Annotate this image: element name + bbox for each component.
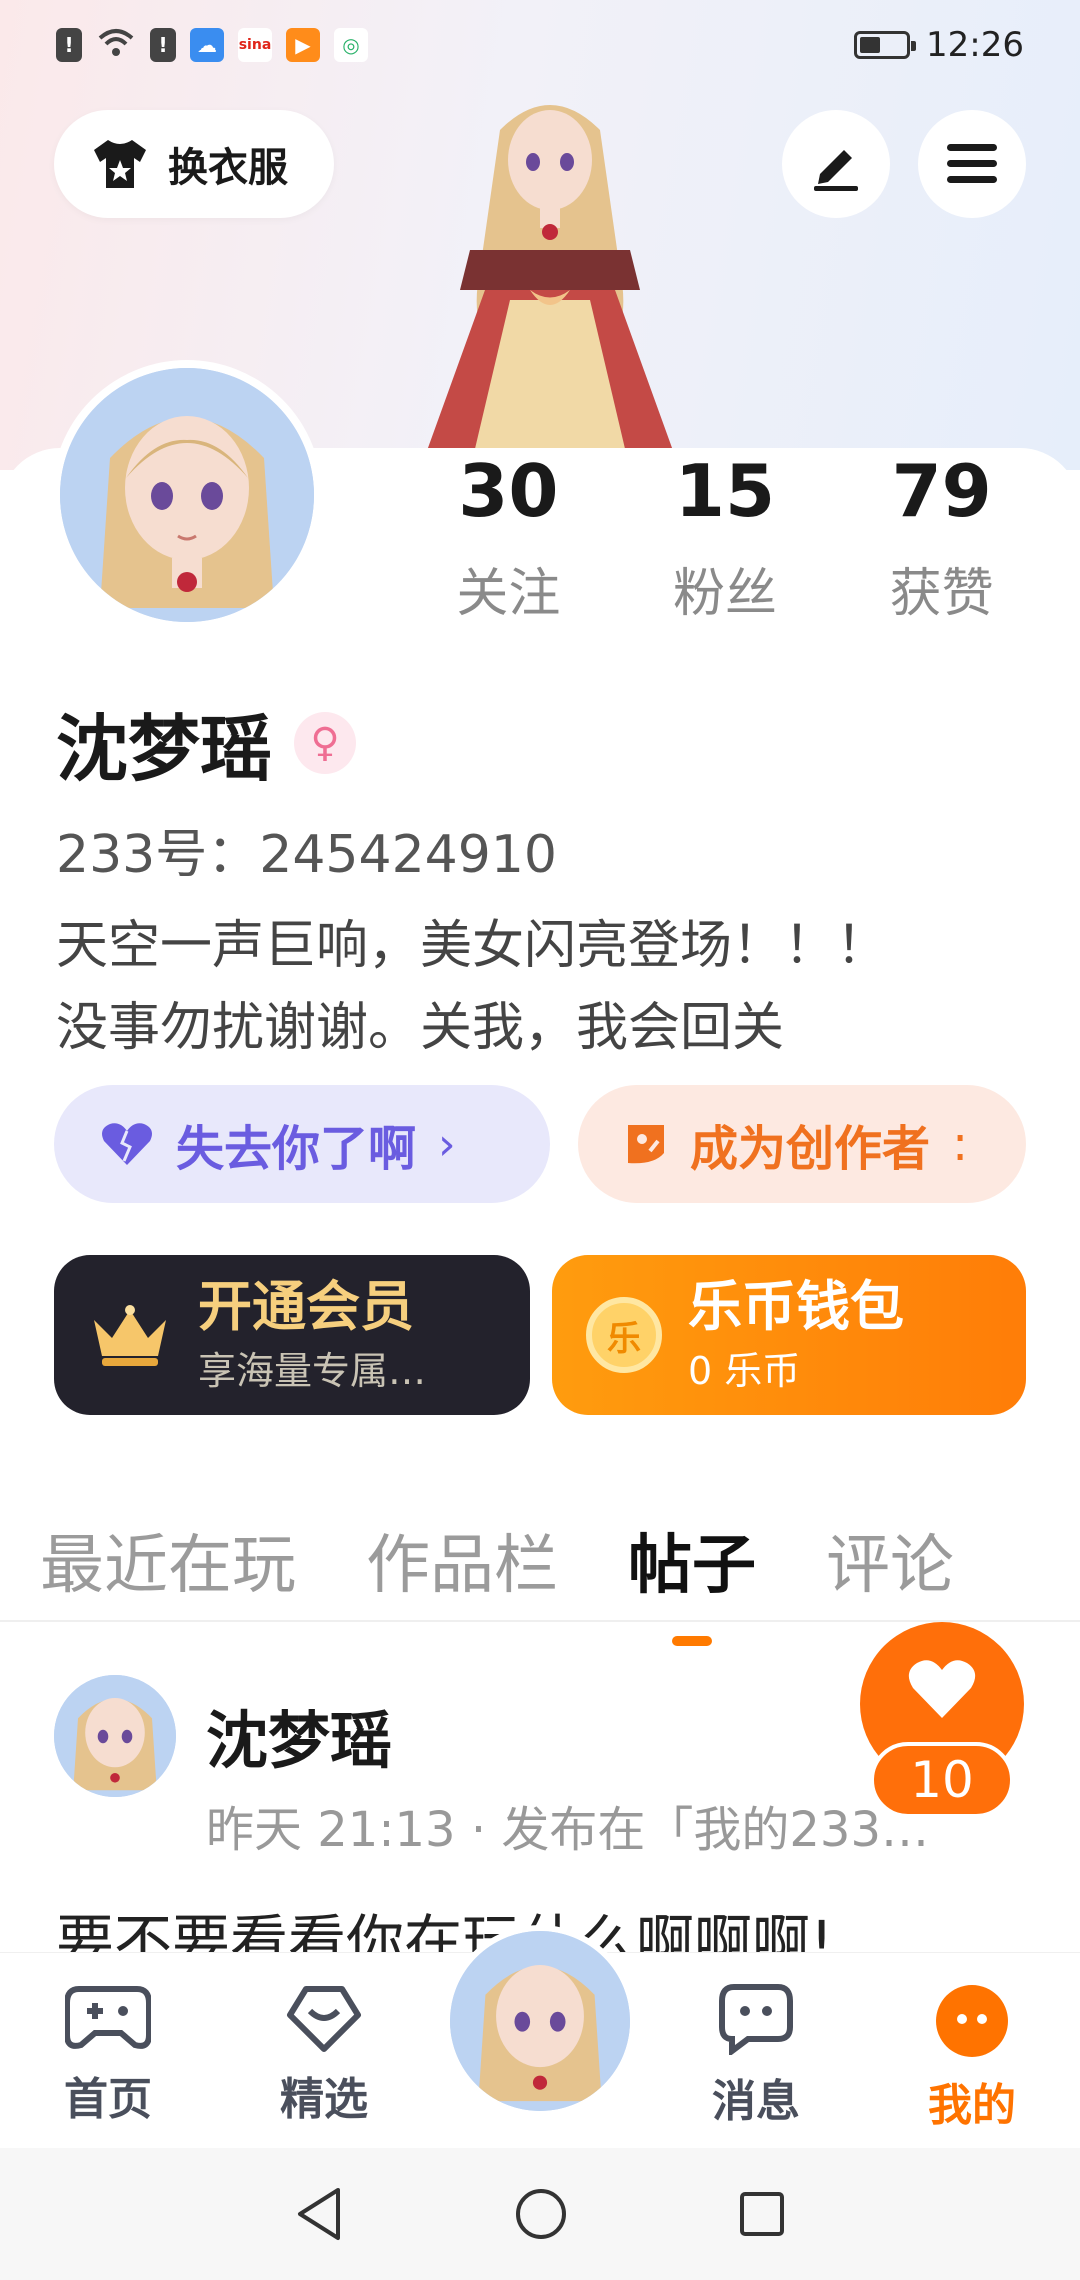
- tab-works[interactable]: 作品栏: [366, 1514, 558, 1606]
- video-app-icon: ▶: [286, 28, 320, 62]
- change-outfit-label: 换衣服: [168, 145, 288, 191]
- wallet-balance: 0 乐币: [688, 1349, 801, 1393]
- vip-text: 开通会员 享海量专属…: [198, 1275, 427, 1393]
- vip-title: 开通会员: [198, 1275, 414, 1338]
- creator-icon: [628, 1125, 664, 1164]
- stat-likes[interactable]: 79 获赞: [833, 455, 1050, 626]
- profile-avatar[interactable]: [52, 360, 322, 630]
- name-row: 沈梦瑶 ♀: [56, 690, 357, 795]
- mood-tag-label: 失去你了啊: [176, 1121, 417, 1177]
- tab-recently-played[interactable]: 最近在玩: [40, 1514, 296, 1606]
- pen-icon: [814, 150, 858, 191]
- like-count-badge: 10: [870, 1742, 1014, 1818]
- shirt-icon: [94, 140, 146, 188]
- menu-icon: [947, 144, 997, 183]
- post-author-avatar[interactable]: [54, 1675, 176, 1797]
- alert-icon: !: [56, 28, 82, 62]
- post-author-name[interactable]: 沈梦瑶: [206, 1690, 392, 1780]
- become-creator-label: 成为创作者: [690, 1121, 931, 1177]
- avatar-figure[interactable]: [380, 90, 720, 470]
- profile-stats: 30 关注 15 粉丝 79 获赞: [400, 455, 1050, 626]
- nav-home[interactable]: 首页: [0, 1953, 216, 2147]
- status-bar: ! ! ☁ sina ▶ ◎ 12:26: [0, 0, 1080, 90]
- battery-icon: [854, 31, 917, 59]
- bio-line: 没事勿扰谢谢。关我，我会回关: [56, 998, 785, 1058]
- chevron-right-icon: ›: [438, 1118, 456, 1170]
- system-nav-bar: [0, 2148, 1080, 2280]
- nav-label: 我的: [928, 2080, 1016, 2131]
- change-outfit-button[interactable]: 换衣服: [54, 110, 334, 218]
- stat-value: 15: [674, 449, 776, 533]
- stat-followers[interactable]: 15 粉丝: [617, 455, 834, 626]
- wallet-text: 乐币钱包 0 乐币: [688, 1275, 904, 1393]
- tab-posts[interactable]: 帖子: [628, 1514, 756, 1606]
- heart-icon: [908, 1660, 976, 1718]
- avatar-image: [54, 1675, 176, 1797]
- avatar-image: [450, 1931, 630, 2111]
- nav-messages[interactable]: 消息: [648, 1953, 864, 2147]
- coin-glyph: 乐: [607, 1318, 641, 1359]
- female-icon: ♀: [294, 711, 357, 774]
- broken-heart-icon: [102, 1123, 152, 1165]
- status-icons: ! ! ☁ sina ▶ ◎: [56, 26, 368, 64]
- stat-label: 粉丝: [673, 564, 778, 624]
- nav-label: 精选: [280, 2074, 368, 2125]
- profile-name: 沈梦瑶: [56, 707, 273, 791]
- weibo-app-icon: sina: [238, 28, 272, 62]
- coin-icon: 乐: [586, 1297, 662, 1373]
- stat-label: 获赞: [889, 564, 994, 624]
- vip-membership-card[interactable]: 开通会员 享海量专属…: [54, 1255, 530, 1415]
- heart-diamond-icon: [287, 1986, 361, 2052]
- become-creator-button[interactable]: 成为创作者 :: [578, 1085, 1026, 1203]
- clock: 12:26: [926, 25, 1024, 65]
- crown-icon: [94, 1305, 166, 1366]
- vip-subtitle: 享海量专属…: [198, 1349, 427, 1393]
- tab-divider: [0, 1620, 1080, 1622]
- stat-following[interactable]: 30 关注: [400, 455, 617, 626]
- weather-app-icon: ☁: [190, 28, 224, 62]
- nav-avatar-button[interactable]: [444, 1925, 636, 2117]
- nav-featured[interactable]: 精选: [216, 1953, 432, 2147]
- home-icon[interactable]: [514, 2187, 568, 2241]
- wallet-card[interactable]: 乐 乐币钱包 0 乐币: [552, 1255, 1026, 1415]
- wallet-title: 乐币钱包: [688, 1275, 904, 1338]
- alert-icon: !: [150, 28, 176, 62]
- tab-comments[interactable]: 评论: [826, 1514, 954, 1606]
- nav-label: 首页: [64, 2074, 152, 2125]
- chat-icon: [719, 1984, 793, 2055]
- promo-row: 开通会员 享海量专属… 乐 乐币钱包 0 乐币: [54, 1255, 1026, 1415]
- back-icon[interactable]: [294, 2186, 344, 2242]
- edit-profile-button[interactable]: [782, 110, 890, 218]
- menu-button[interactable]: [918, 110, 1026, 218]
- status-right: 12:26: [854, 25, 1024, 65]
- profile-bio: 天空一声巨响，美女闪亮登场！！！ 没事勿扰谢谢。关我，我会回关: [56, 905, 888, 1069]
- profile-uid: 233号：245424910: [56, 825, 558, 885]
- profile-tags: 失去你了啊 › 成为创作者 :: [54, 1085, 1026, 1203]
- stat-value: 30: [458, 449, 559, 533]
- wifi-icon: [96, 26, 136, 64]
- stat-value: 79: [891, 449, 992, 533]
- nav-me[interactable]: 我的: [864, 1953, 1080, 2147]
- recents-icon[interactable]: [738, 2190, 786, 2238]
- avatar-image: [60, 368, 314, 622]
- profile-dots-icon: [936, 1985, 1008, 2057]
- profile-tabs: 最近在玩 作品栏 帖子 评论: [0, 1500, 1080, 1620]
- stat-label: 关注: [456, 564, 561, 624]
- bio-line: 天空一声巨响，美女闪亮登场！！！: [56, 916, 889, 976]
- more-dots-icon: :: [952, 1116, 969, 1172]
- mood-tag-button[interactable]: 失去你了啊 ›: [54, 1085, 550, 1203]
- nav-label: 消息: [712, 2076, 800, 2127]
- mobile-app-icon: ◎: [334, 28, 368, 62]
- gamepad-icon: [65, 1986, 151, 2049]
